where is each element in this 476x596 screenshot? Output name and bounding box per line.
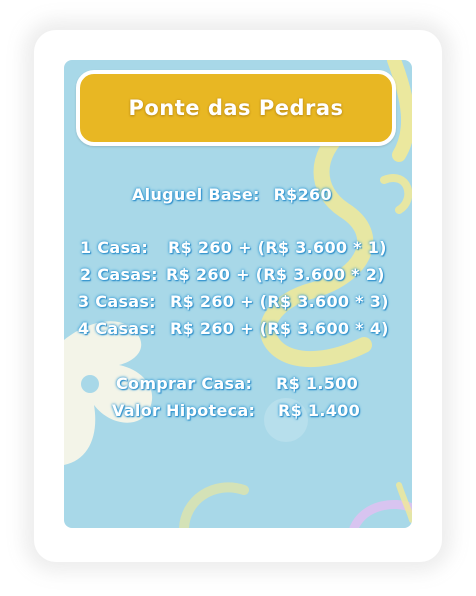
house-rent-label: 3 Casas:	[78, 292, 156, 311]
rent-info: Aluguel Base: R$260 1 Casa: R$ 260 + (R$ …	[64, 60, 412, 528]
stage: Ponte das Pedras Aluguel Base: R$260 1 C…	[0, 0, 476, 596]
mortgage-label: Valor Hipoteca:	[112, 401, 256, 420]
buy-house-value: R$ 1.500	[276, 374, 359, 393]
house-rent-row: 1 Casa: R$ 260 + (R$ 3.600 * 1)	[80, 238, 387, 258]
property-card[interactable]: Ponte das Pedras Aluguel Base: R$260 1 C…	[64, 60, 412, 528]
rent-base-label: Aluguel Base:	[132, 185, 260, 204]
house-rent-value: R$ 260 + (R$ 3.600 * 3)	[170, 292, 389, 311]
mortgage-row: Valor Hipoteca: R$ 1.400	[112, 401, 360, 421]
house-rent-row: 4 Casas: R$ 260 + (R$ 3.600 * 4)	[78, 319, 389, 339]
house-rent-label: 1 Casa:	[80, 238, 149, 257]
house-rent-row: 3 Casas: R$ 260 + (R$ 3.600 * 3)	[78, 292, 389, 312]
house-rent-label: 4 Casas:	[78, 319, 156, 338]
buy-house-row: Comprar Casa: R$ 1.500	[116, 374, 358, 394]
house-rent-label: 2 Casas:	[80, 265, 158, 284]
house-rent-row: 2 Casas: R$ 260 + (R$ 3.600 * 2)	[80, 265, 385, 285]
buy-house-label: Comprar Casa:	[116, 374, 253, 393]
house-rent-value: R$ 260 + (R$ 3.600 * 1)	[168, 238, 387, 257]
rent-base-value: R$260	[273, 185, 332, 204]
house-rent-value: R$ 260 + (R$ 3.600 * 2)	[166, 265, 385, 284]
rent-base-row: Aluguel Base: R$260	[132, 185, 332, 205]
mortgage-value: R$ 1.400	[278, 401, 361, 420]
house-rent-value: R$ 260 + (R$ 3.600 * 4)	[170, 319, 389, 338]
